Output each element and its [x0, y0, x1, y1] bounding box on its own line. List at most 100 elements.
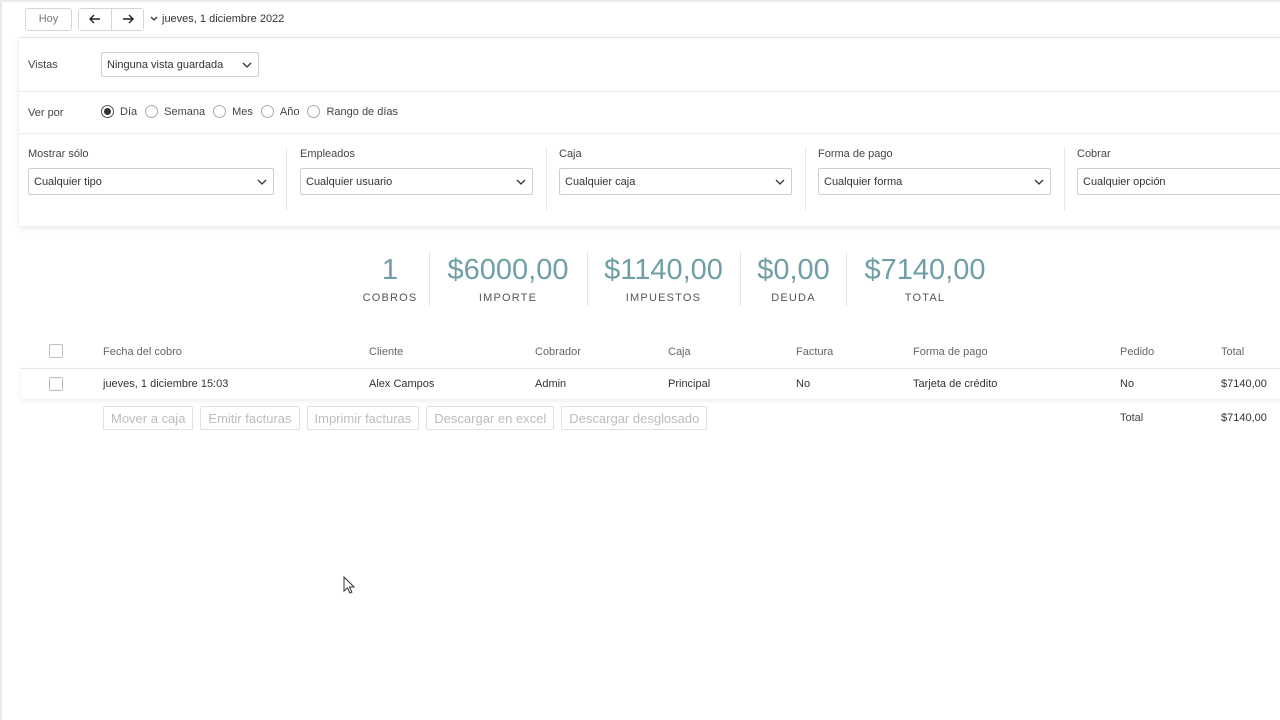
- employees-select[interactable]: Cualquier usuario: [300, 168, 533, 195]
- stat-divider: [587, 252, 588, 306]
- col-cliente[interactable]: Cliente: [369, 346, 403, 358]
- stat-total: $7140,00 TOTAL: [855, 252, 995, 304]
- cell-forma-pago: Tarjeta de crédito: [913, 378, 998, 390]
- print-invoices-button[interactable]: Imprimir facturas: [306, 406, 420, 430]
- radio-dia-circle[interactable]: [101, 105, 114, 118]
- issue-invoices-button[interactable]: Emitir facturas: [200, 406, 300, 430]
- payment-select[interactable]: Cualquier forma: [818, 168, 1051, 195]
- radio-semana-circle[interactable]: [145, 105, 159, 118]
- chevron-down-icon: [257, 179, 267, 185]
- move-to-cash-button[interactable]: Mover a caja: [103, 406, 194, 430]
- charge-select[interactable]: Cualquier opción: [1077, 168, 1280, 195]
- cash-select[interactable]: Cualquier caja: [559, 168, 792, 195]
- views-select[interactable]: Ninguna vista guardada: [101, 52, 259, 77]
- stat-total-value: $7140,00: [864, 254, 986, 286]
- stat-importe-caption: IMPORTE: [478, 292, 538, 304]
- cash-value: Cualquier caja: [565, 175, 636, 188]
- cell-fecha: jueves, 1 diciembre 15:03: [103, 378, 229, 390]
- payment-value: Cualquier forma: [824, 175, 903, 188]
- table-row[interactable]: jueves, 1 diciembre 15:03 Alex Campos Ad…: [21, 368, 1280, 399]
- charge-filter: Cobrar Cualquier opción: [1077, 148, 1280, 210]
- filters-row: Mostrar sólo Cualquier tipo Empleados Cu…: [19, 134, 1280, 227]
- current-date-label: jueves, 1 diciembre 2022: [162, 13, 285, 25]
- radio-rango-circle[interactable]: [307, 105, 321, 118]
- download-breakdown-button[interactable]: Descargar desglosado: [561, 406, 708, 430]
- prev-day-button[interactable]: [79, 8, 111, 30]
- radio-rango-label: Rango de días: [326, 105, 399, 118]
- cell-total: $7140,00: [1221, 378, 1267, 390]
- employees-value: Cualquier usuario: [306, 175, 393, 188]
- stat-total-caption: TOTAL: [904, 292, 946, 304]
- cash-filter: Caja Cualquier caja: [559, 148, 792, 210]
- col-caja[interactable]: Caja: [668, 346, 691, 358]
- radio-rango[interactable]: Rango de días: [307, 105, 398, 118]
- col-pedido[interactable]: Pedido: [1120, 346, 1154, 358]
- chevron-down-icon: [516, 179, 526, 185]
- radio-mes-label: Mes: [232, 105, 253, 118]
- cell-factura: No: [796, 378, 811, 390]
- view-by-row: Ver por Día Semana Mes Año Rango de días: [19, 92, 1280, 134]
- cell-cobrador: Admin: [535, 378, 567, 390]
- show-only-select[interactable]: Cualquier tipo: [28, 168, 274, 195]
- filter-divider: [546, 148, 547, 210]
- radio-mes-circle[interactable]: [213, 105, 227, 118]
- filter-divider: [1064, 148, 1065, 210]
- arrow-right-icon: [122, 14, 134, 24]
- radio-ano[interactable]: Año: [260, 105, 300, 118]
- radio-dia-label: Día: [120, 105, 138, 118]
- summary-stats: 1 COBROS $6000,00 IMPORTE $1140,00 IMPUE…: [0, 252, 1280, 312]
- download-excel-button[interactable]: Descargar en excel: [426, 406, 555, 430]
- date-toolbar: Hoy jueves, 1 diciembre 2022: [25, 7, 284, 31]
- table-total-value: $7140,00: [1221, 412, 1267, 424]
- stat-deuda-value: $0,00: [757, 254, 830, 286]
- payments-table-header: Fecha del cobro Cliente Cobrador Caja Fa…: [20, 340, 1280, 366]
- chevron-down-icon: [242, 62, 252, 68]
- show-only-value: Cualquier tipo: [34, 175, 102, 188]
- filter-divider: [805, 148, 806, 210]
- filter-panel: Vistas Ninguna vista guardada Ver por Dí…: [19, 37, 1280, 226]
- stat-cobros: 1 COBROS: [350, 252, 430, 304]
- date-nav-group: [78, 7, 144, 31]
- table-total-label: Total: [1120, 412, 1144, 424]
- stat-deuda-caption: DEUDA: [771, 292, 816, 304]
- radio-ano-circle[interactable]: [260, 105, 274, 118]
- cell-caja: Principal: [668, 378, 711, 390]
- col-fecha[interactable]: Fecha del cobro: [103, 346, 182, 358]
- stat-cobros-caption: COBROS: [362, 292, 418, 304]
- row-checkbox[interactable]: [49, 377, 63, 391]
- payment-label: Forma de pago: [818, 148, 893, 160]
- stat-deuda: $0,00 DEUDA: [748, 252, 839, 304]
- charge-value: Cualquier opción: [1083, 175, 1166, 188]
- window-top-border: [0, 0, 1280, 2]
- col-factura[interactable]: Factura: [796, 346, 833, 358]
- radio-semana[interactable]: Semana: [145, 105, 205, 118]
- chevron-down-icon: [1034, 179, 1044, 185]
- stat-impuestos: $1140,00 IMPUESTOS: [594, 252, 733, 304]
- filter-divider: [286, 148, 287, 210]
- next-day-button[interactable]: [111, 8, 143, 30]
- col-total[interactable]: Total: [1221, 346, 1244, 358]
- radio-mes[interactable]: Mes: [213, 105, 253, 118]
- window-left-border: [0, 0, 2, 720]
- stat-importe-value: $6000,00: [447, 254, 569, 286]
- today-button[interactable]: Hoy: [25, 7, 72, 31]
- radio-dia[interactable]: Día: [101, 105, 137, 118]
- payment-filter: Forma de pago Cualquier forma: [818, 148, 1051, 210]
- view-by-label: Ver por: [28, 107, 64, 119]
- stat-divider: [429, 252, 430, 306]
- col-cobrador[interactable]: Cobrador: [535, 346, 581, 358]
- cell-pedido: No: [1120, 378, 1135, 390]
- employees-label: Empleados: [300, 148, 356, 160]
- bulk-actions: Mover a caja Emitir facturas Imprimir fa…: [103, 406, 708, 430]
- employees-filter: Empleados Cualquier usuario: [300, 148, 533, 210]
- stat-impuestos-caption: IMPUESTOS: [625, 292, 702, 304]
- show-only-label: Mostrar sólo: [28, 148, 89, 160]
- select-all-checkbox[interactable]: [49, 344, 63, 358]
- stat-impuestos-value: $1140,00: [604, 254, 723, 286]
- charge-label: Cobrar: [1077, 148, 1111, 160]
- stat-divider: [740, 252, 741, 306]
- radio-ano-label: Año: [279, 105, 300, 118]
- show-only-filter: Mostrar sólo Cualquier tipo: [28, 148, 274, 210]
- date-dropdown[interactable]: jueves, 1 diciembre 2022: [150, 13, 284, 25]
- col-forma-pago[interactable]: Forma de pago: [913, 346, 988, 358]
